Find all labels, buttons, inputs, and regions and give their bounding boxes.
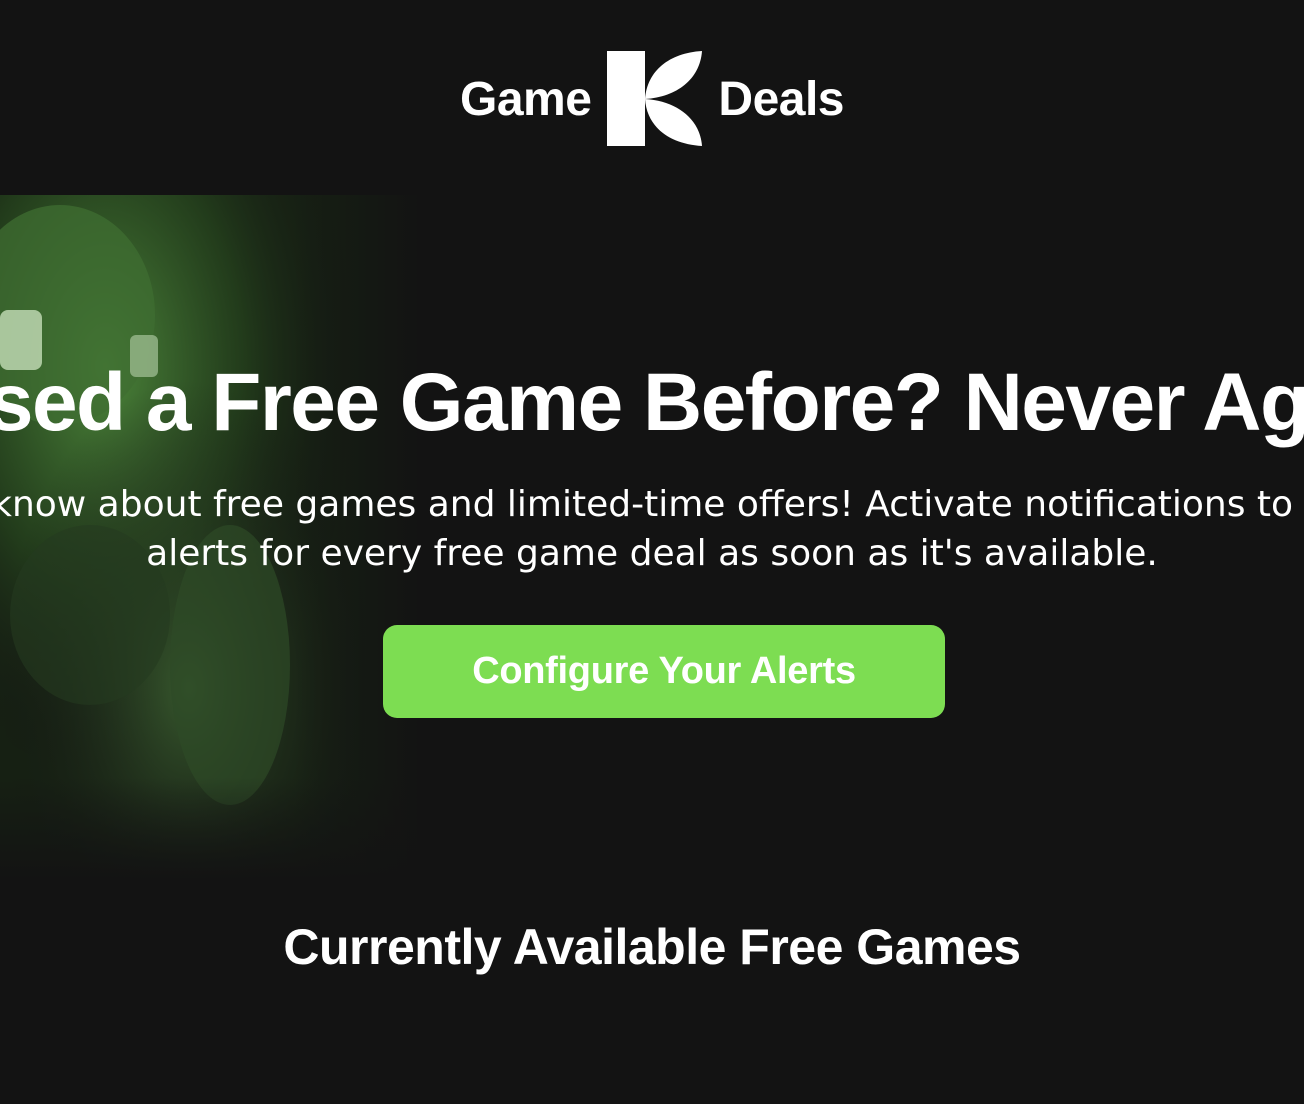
page: Game Deals sed a Free Game Before? Never… — [0, 0, 1304, 1104]
site-logo[interactable]: Game Deals — [0, 50, 1304, 146]
hero-subtitle-line-2: alerts for every free game deal as soon … — [146, 533, 1158, 574]
logo-word-game: Game — [460, 73, 592, 126]
hero-subtitle-line-1: Get to know about free games and limited… — [0, 484, 1304, 525]
k-logo-icon — [607, 50, 703, 146]
configure-alerts-button[interactable]: Configure Your Alerts — [383, 625, 945, 718]
logo-word-deals: Deals — [718, 73, 844, 126]
hero-subtitle: Get to know about free games and limited… — [0, 480, 1304, 578]
hero-title: Missed a Free Game Before? Never Again! — [0, 357, 1304, 448]
free-games-section-title: Currently Available Free Games — [283, 919, 1021, 975]
